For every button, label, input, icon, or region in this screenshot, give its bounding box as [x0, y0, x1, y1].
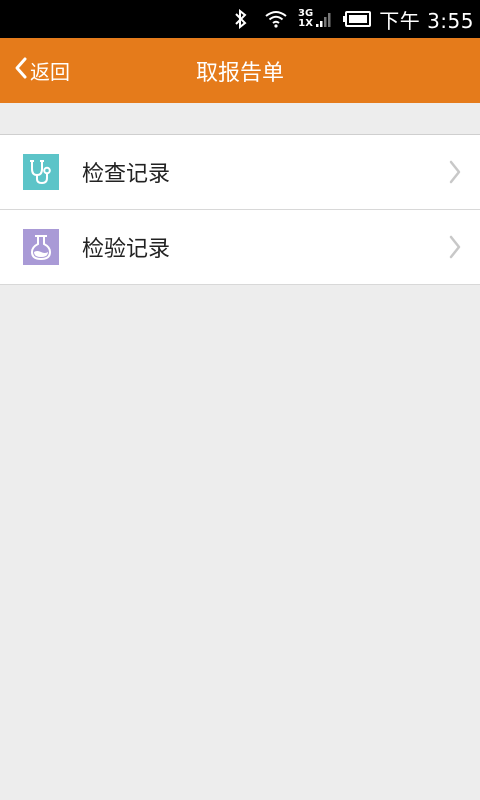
report-type-list: 检查记录 检验记录 — [0, 134, 480, 285]
wifi-icon — [264, 10, 288, 28]
title-bar: 取报告单 返回 — [0, 38, 480, 103]
signal-icon — [315, 10, 331, 28]
battery-icon — [343, 11, 372, 27]
network-type: 3G 1X — [298, 9, 313, 29]
list-item-exam-records[interactable]: 检查记录 — [0, 135, 480, 210]
status-time: 下午 3:55 — [379, 8, 474, 33]
list-item-lab-records[interactable]: 检验记录 — [0, 210, 480, 285]
list-item-label: 检验记录 — [82, 237, 171, 262]
stethoscope-icon — [23, 154, 59, 190]
back-button[interactable]: 返回 — [14, 38, 70, 103]
chevron-right-icon — [448, 234, 462, 260]
status-bar: 3G 1X 下午 3:55 — [0, 0, 480, 38]
back-label: 返回 — [30, 60, 70, 84]
list-item-label: 检查记录 — [82, 162, 171, 187]
network-type-bottom: 1X — [298, 18, 313, 29]
chevron-right-icon — [448, 159, 462, 185]
chevron-left-icon — [14, 56, 30, 85]
page-title: 取报告单 — [195, 60, 284, 86]
bluetooth-icon — [234, 9, 248, 29]
flask-icon — [23, 229, 59, 265]
